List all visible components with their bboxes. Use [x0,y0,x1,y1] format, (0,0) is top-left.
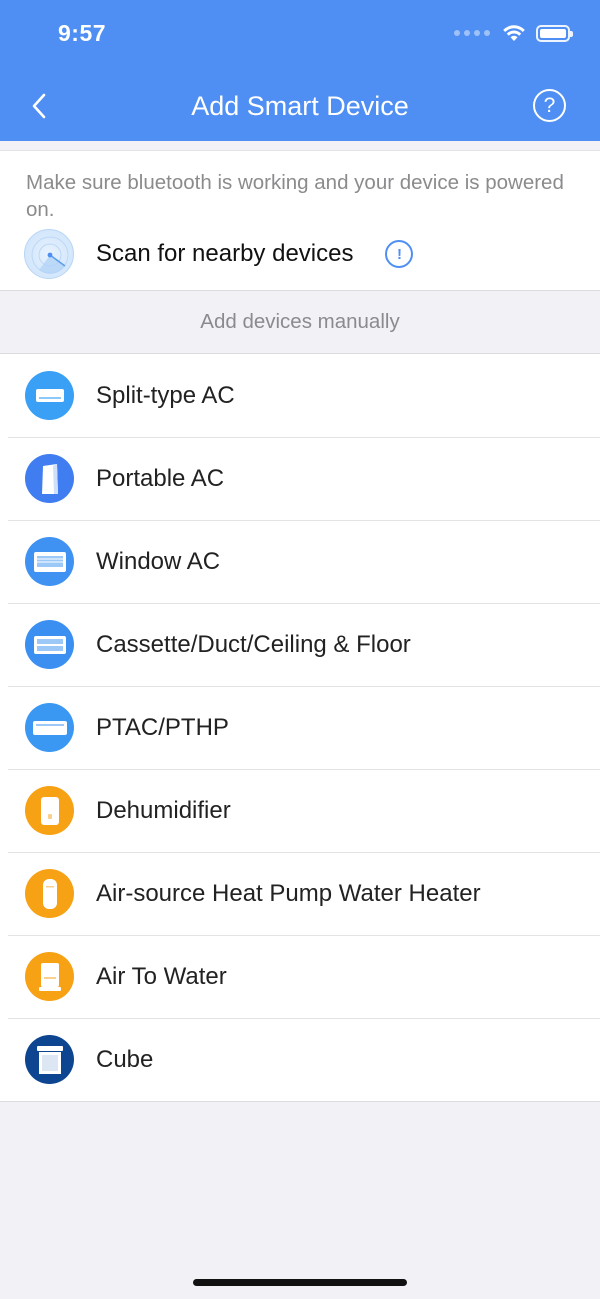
ptac-icon [25,703,74,752]
scan-section: Make sure bluetooth is working and your … [0,150,600,291]
scan-nearby-button[interactable]: Scan for nearby devices ! [24,229,414,279]
device-label: Dehumidifier [96,796,231,824]
battery-icon [536,24,573,42]
cassette-ac-icon [25,620,74,669]
air-to-water-icon [25,952,74,1001]
device-item-dehumidifier[interactable]: Dehumidifier [0,769,600,852]
window-ac-icon [25,537,74,586]
cube-icon [25,1035,74,1084]
device-label: Air-source Heat Pump Water Heater [96,879,481,907]
home-indicator[interactable] [193,1279,407,1286]
device-item-cube[interactable]: Cube [0,1018,600,1101]
device-label: Portable AC [96,464,225,492]
wifi-icon [503,25,525,41]
device-label: PTAC/PTHP [96,713,229,741]
question-mark-icon: ? [543,93,556,117]
device-label: Cassette/Duct/Ceiling & Floor [96,630,411,658]
device-list: Split-type AC Portable AC Window AC Cass… [0,353,600,1102]
portable-ac-icon [25,454,74,503]
info-icon[interactable]: ! [385,240,414,268]
device-item-cassette-duct-ceiling-floor[interactable]: Cassette/Duct/Ceiling & Floor [0,603,600,686]
help-button[interactable]: ? [533,89,566,122]
status-icons [454,24,573,42]
device-item-split-type-ac[interactable]: Split-type AC [0,354,600,437]
device-item-air-to-water[interactable]: Air To Water [0,935,600,1018]
page-title: Add Smart Device [191,91,409,121]
split-ac-icon [25,371,74,420]
status-time: 9:57 [58,20,107,46]
device-item-window-ac[interactable]: Window AC [0,520,600,603]
device-label: Window AC [96,547,221,575]
device-item-portable-ac[interactable]: Portable AC [0,437,600,520]
device-item-ptac-pthp[interactable]: PTAC/PTHP [0,686,600,769]
device-item-air-source-heat-pump-water-heater[interactable]: Air-source Heat Pump Water Heater [0,852,600,935]
app-header: 9:57 Add Smart Device ? [0,0,600,141]
manual-section-header: Add devices manually [200,310,400,333]
device-label: Air To Water [96,962,227,990]
radar-icon [24,229,74,279]
device-label: Cube [96,1045,154,1073]
dehumidifier-icon [25,786,74,835]
cellular-signal-icon [454,30,490,36]
heat-pump-water-heater-icon [25,869,74,918]
device-label: Split-type AC [96,381,235,409]
bluetooth-note: Make sure bluetooth is working and your … [26,171,564,221]
scan-label: Scan for nearby devices [96,240,354,267]
